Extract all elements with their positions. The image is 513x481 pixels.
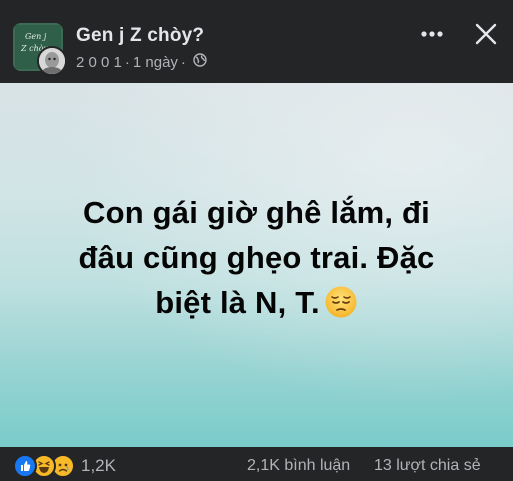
post-line-1: Con gái giờ ghê lắm, đi: [83, 195, 430, 230]
close-icon: [475, 23, 497, 45]
post-line-3: biệt là N, T.: [155, 285, 320, 320]
meta-separator: ·: [124, 53, 130, 71]
user-avatar-image: [39, 48, 65, 74]
page-name[interactable]: Gen j Z chòy?: [76, 25, 204, 47]
meta-separator-2: ·: [180, 53, 186, 71]
pensive-face-icon: [325, 286, 357, 318]
close-button[interactable]: [470, 18, 502, 50]
post-time[interactable]: 1 ngày: [133, 54, 178, 71]
post-header: Gen j Z chòy Gen j Z chòy? 2 0 0 1 · 1 n…: [0, 0, 513, 83]
post-line-2: đâu cũng ghẹo trai. Đặc: [78, 240, 435, 275]
reaction-count[interactable]: 1,2K: [81, 456, 116, 476]
post-background: Con gái giờ ghê lắm, đi đâu cũng ghẹo tr…: [0, 83, 513, 447]
more-dots-icon: [421, 31, 443, 37]
user-avatar[interactable]: [37, 46, 67, 76]
group-avatar-text-1: Gen j: [25, 32, 47, 41]
post-footer: 1,2K 2,1K bình luận 13 lượt chia sẻ: [0, 447, 513, 480]
globe-icon: [193, 53, 207, 71]
post-line-3-wrap: biệt là N, T.: [30, 280, 483, 325]
more-options-button[interactable]: [416, 22, 448, 46]
post-text: Con gái giờ ghê lắm, đi đâu cũng ghẹo tr…: [30, 190, 483, 325]
reactions-summary[interactable]: 1,2K: [13, 454, 116, 478]
comments-count[interactable]: 2,1K bình luận: [247, 457, 350, 475]
avatar-group[interactable]: Gen j Z chòy: [13, 23, 67, 76]
post-meta: 2 0 0 1 · 1 ngày ·: [76, 53, 207, 71]
shares-count[interactable]: 13 lượt chia sẻ: [374, 457, 481, 475]
like-icon: [13, 454, 37, 478]
author-name[interactable]: 2 0 0 1: [76, 54, 122, 71]
